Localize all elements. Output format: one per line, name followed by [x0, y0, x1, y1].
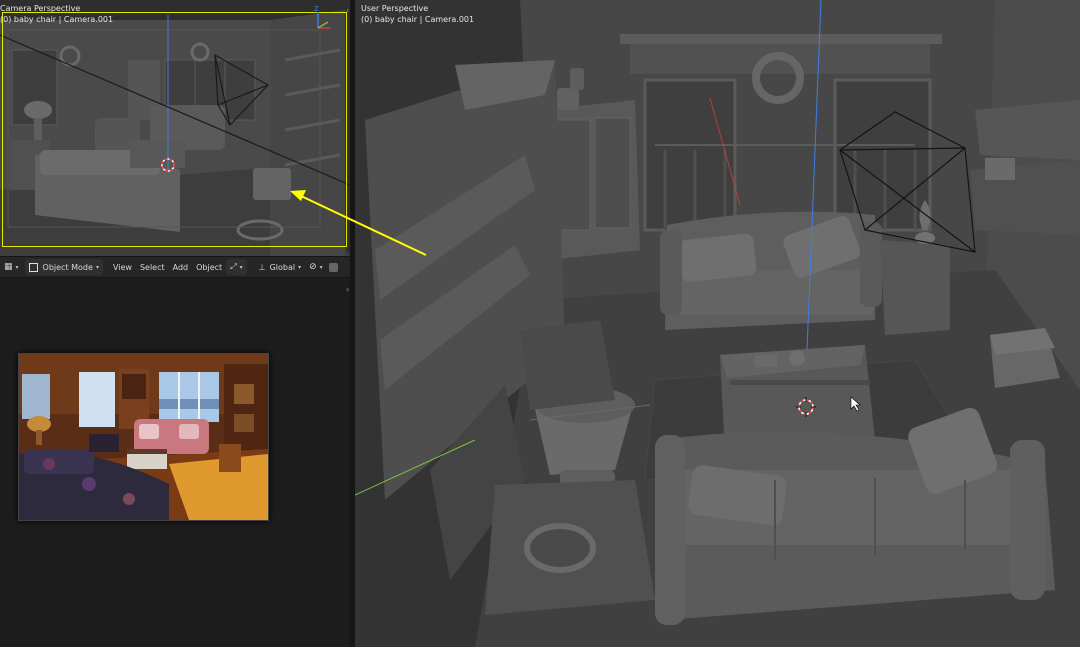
blender-window: Z Camera Perspective (0) baby chair | Ca…	[0, 0, 1080, 647]
annotation-arrow	[290, 190, 427, 256]
